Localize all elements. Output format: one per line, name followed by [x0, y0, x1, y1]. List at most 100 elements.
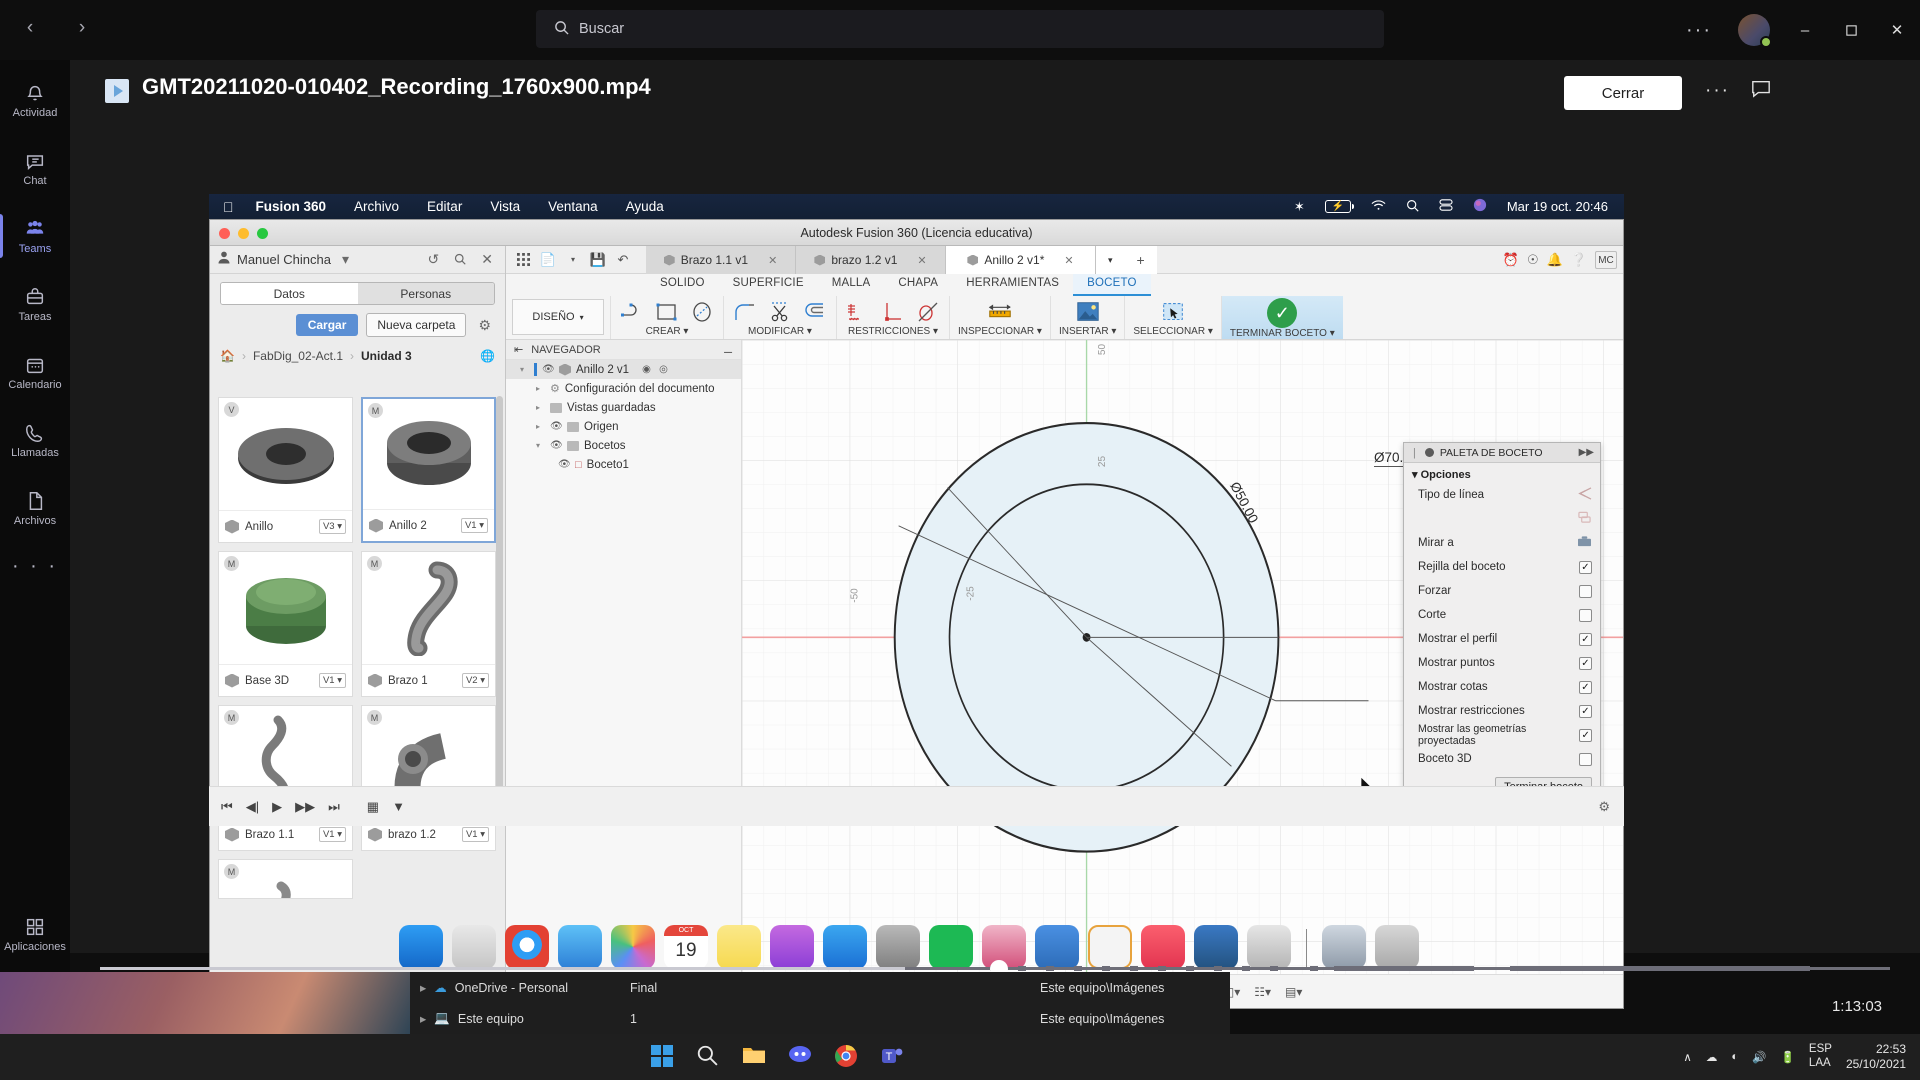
checkbox-corte[interactable] [1579, 609, 1592, 622]
palette-row-corte[interactable]: Corte [1404, 603, 1600, 627]
spotlight-search-icon[interactable] [1406, 199, 1419, 215]
fillet-tool-icon[interactable] [732, 299, 758, 325]
breadcrumb-folder[interactable]: Unidad 3 [361, 349, 412, 363]
visibility-icon[interactable]: 👁 [558, 459, 570, 470]
explorer-icon[interactable] [742, 1044, 768, 1070]
rectangle-tool-icon[interactable] [654, 299, 680, 325]
minimize-button[interactable]: – [1782, 0, 1828, 60]
ribbon-group-label[interactable]: SELECCIONAR ▾ [1133, 326, 1213, 338]
volume-icon[interactable]: 🔊 [1752, 1050, 1766, 1064]
ribbon-group-label[interactable]: INSERTAR ▾ [1059, 326, 1116, 338]
upload-button[interactable]: Cargar [296, 314, 359, 336]
palette-drag-handle[interactable]: ❘ [1410, 447, 1419, 459]
explorer-row[interactable]: ▸ ☁ OneDrive - Personal Final Este equip… [410, 972, 1230, 1003]
help-circle-icon[interactable]: ☉ [1527, 252, 1539, 268]
search-input[interactable]: Buscar [536, 10, 1384, 48]
visibility-icon[interactable]: 👁 [550, 421, 562, 432]
palette-row-mostrar-el-perfil[interactable]: Mostrar el perfil ✓ [1404, 627, 1600, 651]
tab-datos[interactable]: Datos [221, 283, 358, 304]
back-button[interactable]: ‹ [10, 8, 50, 48]
ribbon-group-label[interactable]: CREAR ▾ [646, 326, 689, 338]
close-button[interactable]: ✕ [1874, 0, 1920, 60]
close-icon[interactable] [219, 228, 230, 239]
save-icon[interactable]: 💾 [587, 249, 609, 271]
discord-icon[interactable] [788, 1044, 814, 1070]
file-card[interactable]: M [218, 551, 353, 697]
tray-chevron-icon[interactable]: ∧ [1683, 1050, 1691, 1064]
tree-item-bocetos[interactable]: ▾ 👁 Bocetos [506, 436, 741, 455]
sidebar-item-teams[interactable]: Teams [0, 202, 70, 270]
close-icon[interactable]: ✕ [477, 251, 497, 268]
visibility-icon[interactable]: 👁 [550, 440, 562, 451]
collapse-left-icon[interactable]: ⇤ [514, 343, 523, 356]
menu-fusion360[interactable]: Fusion 360 [256, 199, 327, 214]
chevron-right-icon[interactable]: ▸ [536, 403, 545, 412]
check-icon[interactable]: ✓ [1267, 298, 1297, 328]
linetype-icon[interactable] [1577, 487, 1592, 503]
refresh-icon[interactable]: ↺ [424, 251, 444, 268]
gear-icon[interactable]: ⚙ [474, 317, 495, 334]
checkbox-rejilla[interactable]: ✓ [1579, 561, 1592, 574]
chevron-right-icon[interactable]: ▸ [536, 422, 545, 431]
sidebar-item-actividad[interactable]: Actividad [0, 66, 70, 134]
menu-archivo[interactable]: Archivo [354, 199, 399, 214]
close-tab-icon[interactable]: ✕ [917, 254, 926, 267]
file-card[interactable]: M brazo 1.2 [361, 705, 496, 851]
ribbon-tab-solido[interactable]: SOLIDO [646, 274, 719, 296]
play-icon[interactable]: ▶ [272, 799, 282, 815]
ribbon-tab-malla[interactable]: MALLA [818, 274, 885, 296]
tab-personas[interactable]: Personas [358, 283, 495, 304]
checkbox-cotas[interactable]: ✓ [1579, 681, 1592, 694]
ribbon-tab-herramientas[interactable]: HERRAMIENTAS [952, 274, 1073, 296]
filter-icon[interactable]: ▼ [392, 799, 405, 814]
macos-datetime[interactable]: Mar 19 oct. 20:46 [1507, 199, 1608, 214]
doc-tabs-overflow[interactable]: ▾ [1096, 246, 1125, 274]
sidebar-item-llamadas[interactable]: Llamadas [0, 406, 70, 474]
cloud-icon[interactable]: ☁ [1706, 1050, 1718, 1064]
sidebar-item-archivos[interactable]: Archivos [0, 474, 70, 542]
ribbon-group-label[interactable]: TERMINAR BOCETO ▾ [1230, 328, 1335, 340]
line-tool-icon[interactable] [619, 299, 645, 325]
new-folder-button[interactable]: Nueva carpeta [366, 313, 466, 337]
new-file-icon[interactable]: 📄 [537, 249, 559, 271]
constraint-tangent-icon[interactable] [915, 299, 941, 325]
chevron-down-icon[interactable]: ▾ [562, 249, 584, 271]
expand-right-icon[interactable]: ▶▶ [1579, 447, 1594, 458]
globe-icon[interactable]: 🌐 [480, 349, 495, 363]
home-icon[interactable]: 🏠 [220, 349, 235, 363]
checkbox-geometrias[interactable]: ✓ [1579, 729, 1592, 742]
offset-tool-icon[interactable] [802, 299, 828, 325]
tree-item-vistas-guardadas[interactable]: ▸ Vistas guardadas [506, 398, 741, 417]
chevron-right-icon[interactable]: ▸ [420, 980, 426, 995]
sidebar-item-calendario[interactable]: Calendario [0, 338, 70, 406]
thumbnails-icon[interactable]: ▦ [367, 799, 379, 815]
siri-icon[interactable] [1473, 198, 1487, 215]
circle-tool-icon[interactable] [689, 299, 715, 325]
sidebar-item-tareas[interactable]: Tareas [0, 270, 70, 338]
wifi-icon[interactable] [1371, 199, 1386, 214]
chevron-right-icon[interactable]: ▸ [420, 1011, 426, 1026]
tree-item-anillo2[interactable]: ▾ 👁 Anillo 2 v1 ◉ ◎ [506, 360, 741, 379]
version-dropdown[interactable]: V3 ▾ [319, 519, 346, 534]
ribbon-group-label[interactable]: INSPECCIONAR ▾ [958, 326, 1042, 338]
search-icon[interactable] [696, 1044, 722, 1070]
palette-row-mirar-a[interactable]: Mirar a [1404, 531, 1600, 555]
insert-image-icon[interactable] [1075, 299, 1101, 325]
version-dropdown[interactable]: V2 ▾ [462, 673, 489, 688]
ribbon-group-label[interactable]: MODIFICAR ▾ [748, 326, 812, 338]
file-card[interactable]: M Brazo 1 V2 ▾ [361, 551, 496, 697]
clock[interactable]: 22:5325/10/2021 [1846, 1042, 1906, 1072]
menu-ayuda[interactable]: Ayuda [626, 199, 664, 214]
trim-scissors-icon[interactable] [767, 299, 793, 325]
version-dropdown[interactable]: V1 ▾ [319, 827, 346, 842]
start-icon[interactable] [650, 1044, 676, 1070]
palette-row-geometrias-proyectadas[interactable]: Mostrar las geometrías proyectadas ✓ [1404, 723, 1600, 747]
viewer-more-button[interactable]: ··· [1705, 80, 1730, 102]
checkbox-forzar[interactable] [1579, 585, 1592, 598]
language-indicator[interactable]: ESPLAA [1809, 1043, 1832, 1071]
select-tool-icon[interactable] [1160, 299, 1186, 325]
ribbon-group-label[interactable]: RESTRICCIONES ▾ [848, 326, 938, 338]
version-dropdown[interactable]: V1 ▾ [462, 827, 489, 842]
doc-tab-brazo-1-1[interactable]: Brazo 1.1 v1 ✕ [646, 246, 796, 274]
question-icon[interactable]: ❔ [1571, 252, 1587, 268]
